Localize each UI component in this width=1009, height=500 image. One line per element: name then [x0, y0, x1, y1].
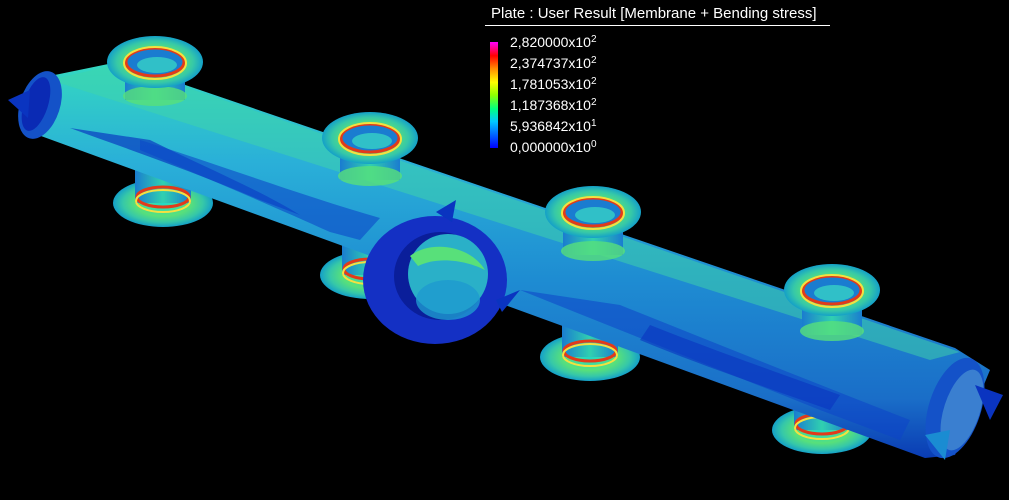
color-scale-bar — [490, 42, 498, 148]
legend-level-4: 5,936842x101 — [510, 118, 597, 134]
legend-level-1: 2,374737x102 — [510, 55, 597, 71]
legend-body: 2,820000x102 2,374737x102 1,781053x102 1… — [485, 32, 830, 155]
legend-level-5: 0,000000x100 — [510, 139, 597, 155]
legend-level-2: 1,781053x102 — [510, 76, 597, 92]
stress-legend: Plate : User Result [Membrane + Bending … — [485, 4, 830, 155]
legend-level-0: 2,820000x102 — [510, 34, 597, 50]
legend-title: Plate : User Result [Membrane + Bending … — [491, 5, 817, 22]
legend-divider — [485, 25, 830, 26]
legend-level-3: 1,187368x102 — [510, 97, 597, 113]
